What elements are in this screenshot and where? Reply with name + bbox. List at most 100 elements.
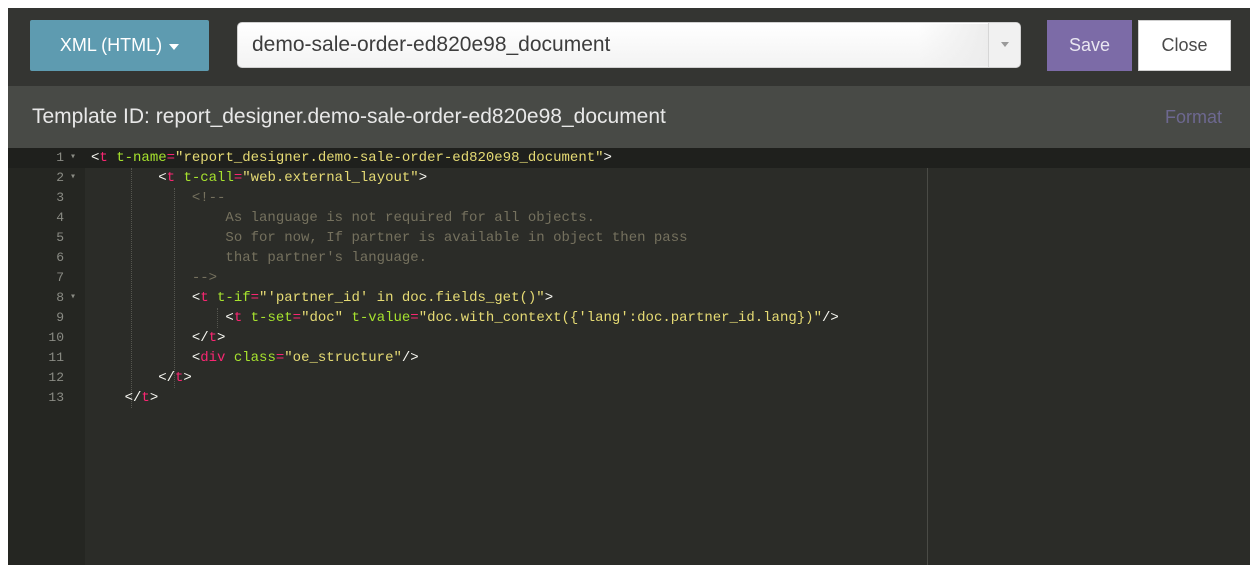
line-number: 5	[56, 230, 64, 245]
code-line: 7 -->	[8, 268, 1250, 288]
code-line: 12 </t>	[8, 368, 1250, 388]
code-text: <t t-name="report_designer.demo-sale-ord…	[91, 148, 612, 168]
editor-mode-dropdown[interactable]: XML (HTML)	[30, 20, 209, 71]
code-token: =	[250, 290, 260, 306]
code-token: "web.external_layout"	[242, 170, 419, 186]
template-id-label: Template ID: report_designer.demo-sale-o…	[32, 105, 666, 128]
code-token: />	[821, 310, 839, 326]
code-text: </t>	[91, 368, 192, 388]
line-number: 1	[56, 150, 64, 165]
fold-toggle-icon[interactable]: ▾	[70, 148, 80, 168]
code-text: </t>	[91, 388, 159, 408]
code-text: <div class="oe_structure"/>	[91, 348, 419, 368]
code-token: </	[91, 390, 142, 406]
code-token: <	[91, 350, 201, 366]
code-token: =	[275, 350, 285, 366]
code-line: 6 that partner's language.	[8, 248, 1250, 268]
code-editor[interactable]: 1 ▾ <t t-name="report_designer.demo-sale-o…	[8, 148, 1250, 565]
save-button[interactable]: Save	[1047, 20, 1132, 71]
line-number: 3	[56, 190, 64, 205]
code-token: />	[401, 350, 419, 366]
code-line: 8 ▾ <t t-if="'partner_id' in doc.fields_g…	[8, 288, 1250, 308]
code-line: 9 <t t-set="doc" t-value="doc.with_conte…	[8, 308, 1250, 328]
code-token: </	[91, 370, 176, 386]
code-token: >	[544, 290, 554, 306]
code-line: 2 ▾ <t t-call="web.external_layout">	[8, 168, 1250, 188]
code-token: =	[292, 310, 302, 326]
code-token: "'partner_id' in doc.fields_get()"	[259, 290, 545, 306]
code-token: t-value	[351, 310, 411, 326]
select-fade	[918, 24, 990, 66]
code-token: t	[200, 290, 209, 306]
code-token: >	[418, 170, 428, 186]
report-template-editor: XML (HTML) demo-sale-order-ed820e98_docu…	[8, 8, 1250, 565]
code-token: t	[166, 170, 176, 186]
chevron-down-icon[interactable]	[988, 23, 1020, 67]
code-token: >	[183, 370, 192, 386]
fold-toggle-icon[interactable]: ▾	[70, 288, 80, 308]
code-token: t-if	[217, 290, 251, 306]
code-token: that partner's language.	[91, 250, 428, 266]
code-token: t	[141, 390, 150, 406]
code-token: >	[217, 330, 226, 346]
editor-mode-label: XML (HTML)	[59, 35, 163, 55]
code-line: 1 ▾ <t t-name="report_designer.demo-sale-o…	[8, 148, 1250, 168]
code-token: t-call	[183, 170, 234, 186]
code-token: <	[91, 290, 201, 306]
code-token: <	[91, 310, 234, 326]
line-number: 2	[56, 170, 64, 185]
code-token: t-set	[250, 310, 293, 326]
code-text: -->	[91, 268, 217, 288]
code-token: As language is not required for all obje…	[91, 210, 596, 226]
code-text: </t>	[91, 328, 226, 348]
line-number: 11	[48, 350, 64, 365]
code-token: t	[208, 330, 218, 346]
code-token: >	[149, 390, 159, 406]
editor-toolbar: XML (HTML) demo-sale-order-ed820e98_docu…	[8, 8, 1250, 86]
code-token: t	[99, 150, 108, 166]
code-token: =	[166, 150, 176, 166]
code-token: <	[91, 170, 167, 186]
code-token: <!--	[91, 190, 226, 206]
code-token: class	[233, 350, 276, 366]
code-text: <t t-call="web.external_layout">	[91, 168, 427, 188]
code-token: t-name	[116, 150, 167, 166]
line-number: 8	[56, 290, 64, 305]
code-text: <!--	[91, 188, 226, 208]
code-text: <t t-if="'partner_id' in doc.fields_get(…	[91, 288, 553, 308]
caret-down-icon	[169, 43, 180, 50]
code-token: "report_designer.demo-sale-order-ed820e9…	[175, 150, 604, 166]
code-token: "oe_structure"	[284, 350, 402, 366]
code-token: "doc.with_context({'lang':doc.partner_id…	[418, 310, 822, 326]
line-number: 4	[56, 210, 64, 225]
code-token: =	[410, 310, 419, 326]
code-text: that partner's language.	[91, 248, 427, 268]
code-token: >	[603, 150, 612, 166]
code-token: -->	[91, 270, 218, 286]
template-header: Template ID: report_designer.demo-sale-o…	[8, 86, 1250, 148]
line-number: 13	[48, 390, 64, 405]
line-number: 12	[48, 370, 64, 385]
code-line: 11 <div class="oe_structure"/>	[8, 348, 1250, 368]
close-button[interactable]: Close	[1138, 20, 1231, 71]
fold-toggle-icon[interactable]: ▾	[70, 168, 80, 188]
code-line: 5 So for now, If partner is available in…	[8, 228, 1250, 248]
code-line: 3 <!--	[8, 188, 1250, 208]
code-line: 10 </t>	[8, 328, 1250, 348]
template-select[interactable]: demo-sale-order-ed820e98_document	[237, 22, 1021, 68]
line-number: 6	[56, 250, 64, 265]
code-text: <t t-set="doc" t-value="doc.with_context…	[91, 308, 839, 328]
code-text: So for now, If partner is available in o…	[91, 228, 688, 248]
code-token: </	[91, 330, 209, 346]
code-token: div	[200, 350, 226, 366]
code-token: So for now, If partner is available in o…	[91, 230, 688, 246]
line-number: 9	[56, 310, 64, 325]
template-select-value: demo-sale-order-ed820e98_document	[252, 33, 611, 56]
format-button[interactable]: Format	[1165, 86, 1222, 148]
line-number: 7	[56, 270, 64, 285]
code-token: t	[233, 310, 243, 326]
